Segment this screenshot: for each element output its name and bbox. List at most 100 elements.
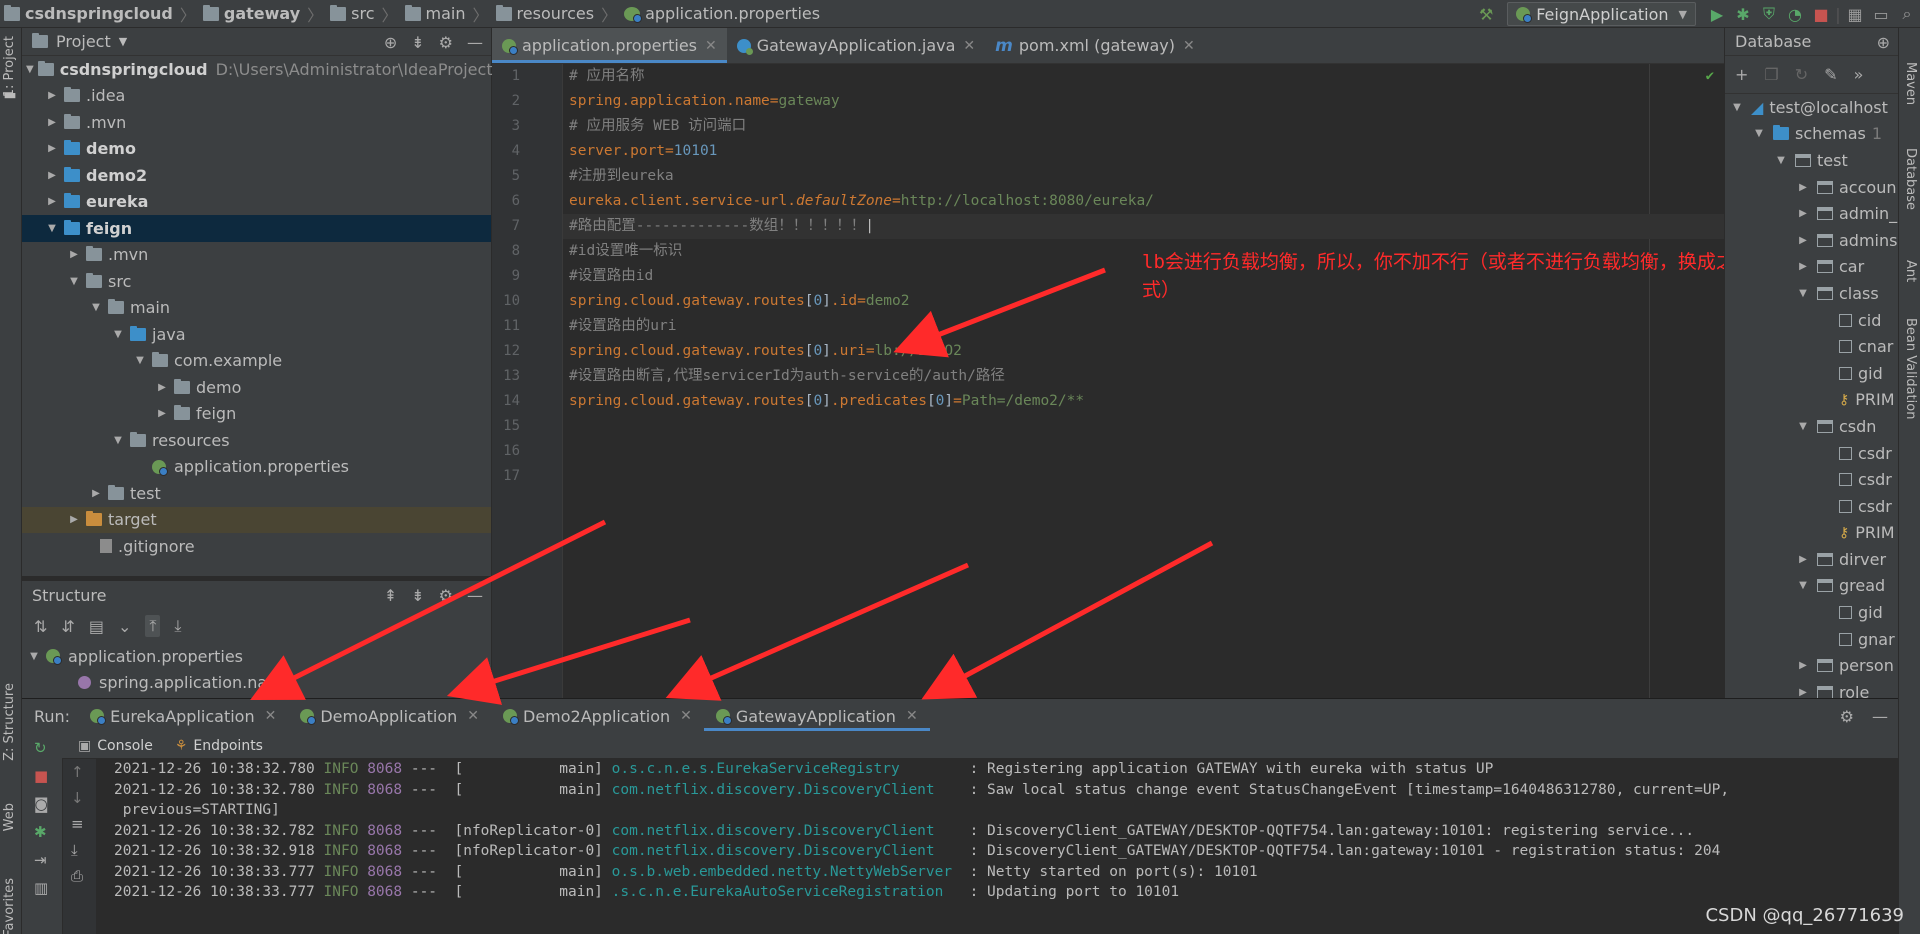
- ant-tool-tab[interactable]: Ant: [1903, 260, 1918, 282]
- db-column[interactable]: gid: [1725, 360, 1898, 387]
- chevron-right-icon[interactable]: ▶: [66, 514, 82, 525]
- tree-item-selected[interactable]: ▼ feign: [22, 215, 491, 242]
- locate-icon[interactable]: ⊕: [384, 33, 397, 52]
- chevron-down-icon[interactable]: ▼: [88, 302, 104, 313]
- chevron-right-icon[interactable]: ▶: [44, 90, 60, 101]
- stop-icon[interactable]: ■: [34, 767, 48, 785]
- chevron-right-icon[interactable]: ▶: [1795, 208, 1811, 219]
- chevron-down-icon[interactable]: ▼: [1795, 288, 1811, 299]
- db-table[interactable]: ▶ dirver: [1725, 546, 1898, 573]
- db-table[interactable]: ▼ csdn: [1725, 413, 1898, 440]
- run-icon[interactable]: ▶: [1704, 0, 1730, 28]
- bean-validation-tool-tab[interactable]: Bean Validation: [1903, 318, 1918, 419]
- web-tool-tab[interactable]: Web: [2, 803, 17, 831]
- tree-item[interactable]: ▶ .mvn: [22, 109, 491, 136]
- console-output[interactable]: 2021-12-26 10:38:32.780 INFO 8068 --- [ …: [114, 759, 1898, 934]
- project-panel-title[interactable]: Project: [56, 32, 111, 51]
- sort-type-icon[interactable]: ⇵: [61, 617, 74, 636]
- sort-alpha-icon[interactable]: ⇅: [34, 617, 47, 636]
- chevron-down-icon[interactable]: ▼: [119, 35, 127, 48]
- breadcrumb-gateway[interactable]: gateway: [199, 0, 304, 28]
- tree-item[interactable]: ▶ eureka: [22, 189, 491, 216]
- gear-icon[interactable]: ⚙: [439, 33, 453, 52]
- code-editor[interactable]: 1 2 3 4 5 6 7 8 9 10 11 12 13 14 15 16 17 ✔ # 应用名称 sprin…: [492, 64, 1868, 698]
- gear-icon[interactable]: ⚙: [1840, 707, 1854, 726]
- edit-icon[interactable]: ✎: [1824, 65, 1837, 84]
- structure-tool-tab[interactable]: Z: Structure: [2, 683, 17, 761]
- refresh-icon[interactable]: ↻: [1795, 65, 1808, 84]
- minimize-icon[interactable]: —: [467, 586, 483, 605]
- tree-item[interactable]: ▼ com.example: [22, 348, 491, 375]
- project-structure-icon[interactable]: ▦: [1842, 0, 1868, 28]
- chevron-right-icon[interactable]: ▶: [154, 382, 170, 393]
- tree-item-file[interactable]: application.properties: [22, 454, 491, 481]
- close-icon[interactable]: ✕: [265, 708, 277, 724]
- breadcrumb-src[interactable]: src: [326, 0, 378, 28]
- run-tab-gateway[interactable]: GatewayApplication ✕: [703, 699, 930, 733]
- db-table[interactable]: ▶ admins: [1725, 227, 1898, 254]
- db-column[interactable]: csdr: [1725, 440, 1898, 467]
- stop-icon[interactable]: ■: [1808, 0, 1834, 28]
- chevron-right-icon[interactable]: ▶: [1795, 554, 1811, 565]
- gear-icon[interactable]: ⚙: [439, 586, 453, 605]
- chevron-down-icon[interactable]: ▼: [1751, 128, 1767, 139]
- close-icon[interactable]: ✕: [1183, 38, 1195, 54]
- chevron-right-icon[interactable]: ▶: [154, 408, 170, 419]
- tree-item[interactable]: ▶ demo: [22, 374, 491, 401]
- copy-icon[interactable]: ❐: [1764, 65, 1778, 84]
- endpoints-tab[interactable]: ⚘ Endpoints: [175, 738, 263, 754]
- tree-item[interactable]: ▶ demo2: [22, 162, 491, 189]
- arrow-down-icon[interactable]: ↓: [71, 789, 84, 807]
- chevron-right-icon[interactable]: ▶: [44, 117, 60, 128]
- favorites-tool-tab[interactable]: Favorites: [2, 878, 17, 934]
- add-icon[interactable]: +: [1735, 65, 1748, 84]
- db-column[interactable]: cnar: [1725, 333, 1898, 360]
- chevron-down-icon[interactable]: ▼: [110, 329, 126, 340]
- tab-gateway-application[interactable]: GatewayApplication.java ✕: [727, 28, 985, 63]
- more-icon[interactable]: »: [1854, 65, 1864, 84]
- breadcrumb-root[interactable]: csdnspringcloud: [0, 0, 177, 28]
- collapse-all-icon[interactable]: ⇟: [411, 586, 424, 605]
- breadcrumb-main[interactable]: main: [401, 0, 470, 28]
- coverage-icon[interactable]: ⛨: [1756, 0, 1782, 28]
- db-table[interactable]: ▶ role: [1725, 679, 1898, 698]
- tree-item[interactable]: ▼ resources: [22, 427, 491, 454]
- breadcrumb-resources[interactable]: resources: [492, 0, 599, 28]
- debug-icon[interactable]: ✱: [1730, 0, 1756, 28]
- console-tab[interactable]: ▣ Console: [78, 738, 153, 754]
- close-icon[interactable]: ✕: [467, 708, 479, 724]
- close-icon[interactable]: ✕: [680, 708, 692, 724]
- db-connection[interactable]: ▼ ◢ test@localhost: [1725, 94, 1898, 121]
- tree-item-file[interactable]: .gitignore: [22, 533, 491, 560]
- run-tab-demo[interactable]: DemoApplication ✕: [288, 699, 491, 733]
- db-column[interactable]: csdr: [1725, 466, 1898, 493]
- chevron-right-icon[interactable]: ▶: [1795, 235, 1811, 246]
- chevron-down-icon[interactable]: ▼: [1795, 580, 1811, 591]
- chevron-right-icon[interactable]: ▶: [88, 488, 104, 499]
- db-schema[interactable]: ▼ test: [1725, 147, 1898, 174]
- inspection-ok-icon[interactable]: ✔: [1706, 68, 1714, 84]
- db-table[interactable]: ▶ admin_: [1725, 200, 1898, 227]
- chevron-down-icon[interactable]: ▼: [26, 64, 34, 75]
- autoscroll-from-source-icon[interactable]: ⤓: [174, 616, 181, 636]
- run-configuration-select[interactable]: FeignApplication ▼: [1507, 2, 1696, 26]
- profile-icon[interactable]: ◔: [1782, 0, 1808, 28]
- search-everywhere-icon[interactable]: ⌕: [1894, 0, 1920, 28]
- tree-item[interactable]: ▶ test: [22, 480, 491, 507]
- chevron-down-icon[interactable]: ▼: [110, 435, 126, 446]
- minimize-icon[interactable]: —: [467, 33, 483, 52]
- db-schemas[interactable]: ▼ schemas 1: [1725, 121, 1898, 148]
- chevron-right-icon[interactable]: ▶: [44, 143, 60, 154]
- chevron-down-icon[interactable]: ▼: [44, 223, 60, 234]
- print-icon[interactable]: ⎙: [71, 867, 83, 885]
- collapse-all-icon[interactable]: ⇟: [411, 33, 424, 52]
- tab-pom-xml[interactable]: m pom.xml (gateway) ✕: [985, 28, 1205, 63]
- chevron-right-icon[interactable]: ▶: [1795, 182, 1811, 193]
- chevron-right-icon[interactable]: ▶: [1795, 261, 1811, 272]
- project-folder-icon[interactable]: ▬: [2, 88, 18, 104]
- tab-application-properties[interactable]: application.properties ✕: [492, 28, 727, 63]
- db-key[interactable]: ⚷ PRIM: [1725, 520, 1898, 547]
- scroll-to-end-icon[interactable]: ⤓: [71, 841, 78, 859]
- breadcrumb-file[interactable]: application.properties: [620, 0, 824, 28]
- chevron-right-icon[interactable]: ▶: [1795, 687, 1811, 698]
